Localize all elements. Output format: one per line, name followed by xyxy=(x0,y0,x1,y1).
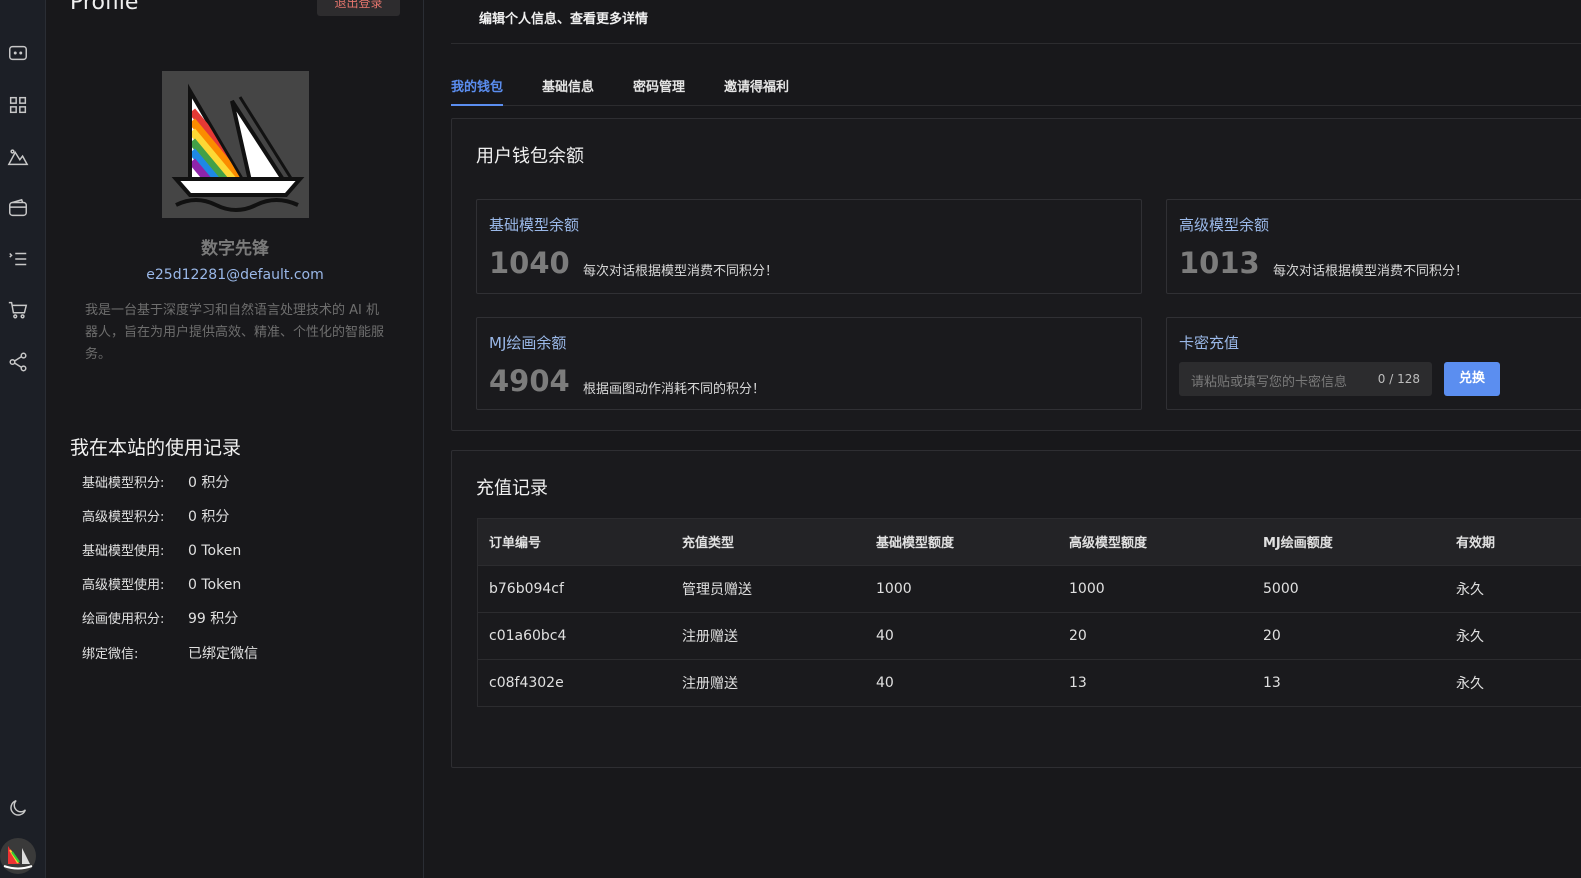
list-icon[interactable] xyxy=(7,248,29,270)
usage-row: 高级模型使用: 0 Token xyxy=(82,574,241,594)
mj-quota-cell: 13 xyxy=(1251,659,1444,707)
col-mj-quota: MJ绘画额度 xyxy=(1251,518,1444,566)
apps-grid-icon[interactable] xyxy=(7,94,29,116)
divider xyxy=(451,43,1581,44)
usage-title: 我在本站的使用记录 xyxy=(70,437,242,459)
share-icon[interactable] xyxy=(7,351,29,373)
usage-label: 绘画使用积分: xyxy=(82,612,165,627)
tab-basic-info[interactable]: 基础信息 xyxy=(542,76,594,101)
recharge-card: 充值记录 订单编号 充值类型 基础模型额度 高级模型额度 MJ绘画额度 有效期 … xyxy=(451,450,1581,768)
usage-value: 0 积分 xyxy=(188,509,230,525)
moon-icon[interactable] xyxy=(7,797,29,819)
usage-value: 0 积分 xyxy=(188,475,230,491)
avatar xyxy=(162,71,309,218)
profile-title: Profile xyxy=(70,0,139,15)
wallet-card: 用户钱包余额 基础模型余额 1040 每次对话根据模型消费不同积分！ 高级模型余… xyxy=(451,118,1581,431)
mountain-image-icon[interactable] xyxy=(7,146,29,168)
basic-quota-cell: 40 xyxy=(864,612,1057,660)
advanced-quota-cell: 13 xyxy=(1057,659,1251,707)
table-row: b76b094cf 管理员赠送 1000 1000 5000 永久 xyxy=(477,565,1581,613)
redeem-button[interactable]: 兑换 xyxy=(1444,362,1500,396)
logout-button[interactable]: 退出登录 xyxy=(317,0,400,16)
type-cell: 管理员赠送 xyxy=(670,565,864,613)
basic-quota-cell: 40 xyxy=(864,659,1057,707)
order-id-cell: b76b094cf xyxy=(477,565,670,613)
chat-icon[interactable] xyxy=(7,42,29,64)
username: 数字先锋 xyxy=(201,239,269,259)
basic-balance-note: 每次对话根据模型消费不同积分！ xyxy=(583,264,779,279)
order-id-cell: c01a60bc4 xyxy=(477,612,670,660)
advanced-balance-note: 每次对话根据模型消费不同积分！ xyxy=(1273,264,1469,279)
order-id-cell: c08f4302e xyxy=(477,659,670,707)
usage-label: 基础模型积分: xyxy=(82,476,165,491)
col-advanced-quota: 高级模型额度 xyxy=(1057,518,1251,566)
validity-cell: 永久 xyxy=(1444,565,1581,613)
mj-balance-note: 根据画图动作消耗不同的积分！ xyxy=(583,382,766,397)
cart-icon[interactable] xyxy=(7,299,29,321)
col-basic-quota: 基础模型额度 xyxy=(864,518,1057,566)
basic-balance-card: 基础模型余额 1040 每次对话根据模型消费不同积分！ xyxy=(476,199,1142,294)
user-email: e25d12281@default.com xyxy=(146,267,324,283)
usage-row: 绘画使用积分: 99 积分 xyxy=(82,608,238,628)
card-key-input[interactable]: 请粘贴或填写您的卡密信息 0 / 128 xyxy=(1179,362,1432,396)
usage-label: 基础模型使用: xyxy=(82,544,165,559)
tab-password[interactable]: 密码管理 xyxy=(633,76,685,101)
table-row: c01a60bc4 注册赠送 40 20 20 永久 xyxy=(477,612,1581,660)
mj-balance-value: 4904 xyxy=(489,364,570,398)
basic-quota-cell: 1000 xyxy=(864,565,1057,613)
usage-value: 99 积分 xyxy=(188,611,239,627)
type-cell: 注册赠送 xyxy=(670,612,864,660)
main-content: 编辑个人信息、查看更多详情 我的钱包 基础信息 密码管理 邀请得福利 用户钱包余… xyxy=(424,0,1581,878)
usage-value: 0 Token xyxy=(188,543,242,559)
usage-label: 高级模型积分: xyxy=(82,510,165,525)
type-cell: 注册赠送 xyxy=(670,659,864,707)
recharge-table: 订单编号 充值类型 基础模型额度 高级模型额度 MJ绘画额度 有效期 b76b0… xyxy=(477,518,1581,707)
usage-row: 基础模型积分: 0 积分 xyxy=(82,472,229,492)
tab-bar: 我的钱包 基础信息 密码管理 邀请得福利 xyxy=(451,74,1581,106)
col-validity: 有效期 xyxy=(1444,518,1581,566)
advanced-quota-cell: 20 xyxy=(1057,612,1251,660)
sailboat-logo-icon xyxy=(171,83,305,212)
validity-cell: 永久 xyxy=(1444,659,1581,707)
col-type: 充值类型 xyxy=(670,518,864,566)
card-recharge-card: 卡密充值 请粘贴或填写您的卡密信息 0 / 128 兑换 xyxy=(1166,317,1581,410)
validity-cell: 永久 xyxy=(1444,612,1581,660)
page-description: 编辑个人信息、查看更多详情 xyxy=(479,12,649,27)
char-counter: 0 / 128 xyxy=(1377,372,1420,386)
mj-quota-cell: 5000 xyxy=(1251,565,1444,613)
usage-row: 高级模型积分: 0 积分 xyxy=(82,506,229,526)
usage-value: 0 Token xyxy=(188,577,242,593)
basic-balance-title: 基础模型余额 xyxy=(489,216,580,234)
card-recharge-title: 卡密充值 xyxy=(1179,334,1240,352)
table-header-row: 订单编号 充值类型 基础模型额度 高级模型额度 MJ绘画额度 有效期 xyxy=(477,518,1581,566)
col-order-id: 订单编号 xyxy=(477,518,670,566)
user-avatar-small[interactable] xyxy=(0,838,36,874)
usage-value: 已绑定微信 xyxy=(188,646,258,662)
card-key-placeholder: 请粘贴或填写您的卡密信息 xyxy=(1191,375,1348,390)
mj-quota-cell: 20 xyxy=(1251,612,1444,660)
advanced-balance-value: 1013 xyxy=(1179,246,1260,280)
icon-rail xyxy=(0,0,46,878)
wallet-title: 用户钱包余额 xyxy=(476,146,584,167)
advanced-balance-title: 高级模型余额 xyxy=(1179,216,1270,234)
mj-balance-title: MJ绘画余额 xyxy=(489,334,567,352)
usage-row: 绑定微信: 已绑定微信 xyxy=(82,643,258,663)
user-bio: 我是一台基于深度学习和自然语言处理技术的 AI 机器人，旨在为用户提供高效、精准… xyxy=(85,303,385,362)
usage-row: 基础模型使用: 0 Token xyxy=(82,540,241,560)
advanced-balance-card: 高级模型余额 1013 每次对话根据模型消费不同积分！ xyxy=(1166,199,1581,294)
tab-invite[interactable]: 邀请得福利 xyxy=(724,76,789,101)
wallet-icon[interactable] xyxy=(7,197,29,219)
usage-label: 绑定微信: xyxy=(82,647,139,662)
mj-balance-card: MJ绘画余额 4904 根据画图动作消耗不同的积分！ xyxy=(476,317,1142,410)
table-row: c08f4302e 注册赠送 40 13 13 永久 xyxy=(477,659,1581,707)
recharge-title: 充值记录 xyxy=(476,478,548,499)
tab-wallet[interactable]: 我的钱包 xyxy=(451,76,504,106)
advanced-quota-cell: 1000 xyxy=(1057,565,1251,613)
profile-panel: Profile 退出登录 数字先锋 e25d12281@default.com … xyxy=(47,0,424,878)
basic-balance-value: 1040 xyxy=(489,246,570,280)
usage-label: 高级模型使用: xyxy=(82,578,165,593)
